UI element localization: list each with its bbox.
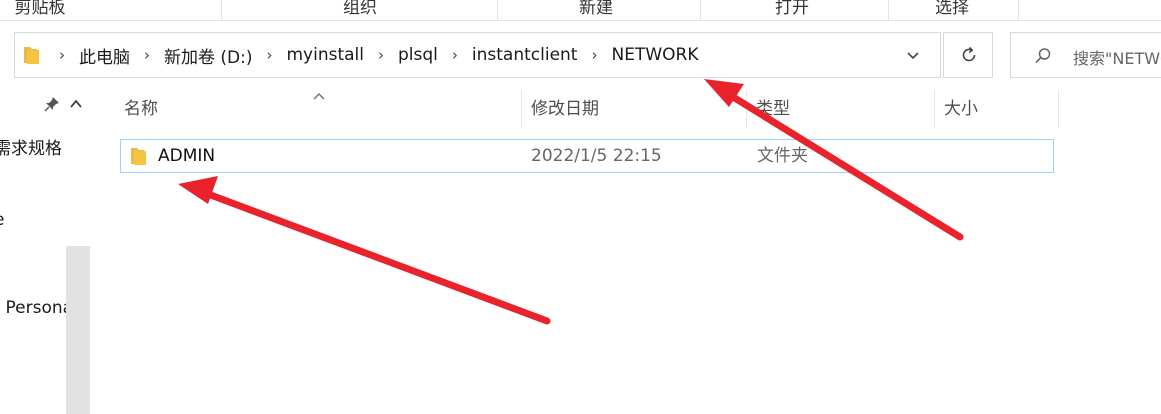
column-separator[interactable] — [746, 90, 747, 128]
column-header-date[interactable]: 修改日期 — [531, 90, 599, 128]
breadcrumb-drive-d[interactable]: 新加卷 (D:) — [158, 43, 259, 68]
ribbon-divider — [0, 20, 1161, 21]
ribbon-separator — [888, 0, 889, 20]
ribbon-separator — [497, 0, 498, 20]
breadcrumb-instantclient[interactable]: instantclient — [466, 45, 584, 65]
folder-icon — [130, 146, 148, 170]
chevron-right-icon[interactable]: › — [444, 46, 466, 64]
column-header-type[interactable]: 类型 — [756, 90, 790, 128]
column-separator[interactable] — [934, 90, 935, 128]
search-box[interactable]: 搜索"NETWORK" — [1010, 32, 1161, 78]
breadcrumb: › 此电脑 › 新加卷 (D:) › myinstall › plsql › i… — [51, 33, 704, 77]
column-header-name[interactable]: 名称 — [124, 90, 158, 128]
file-type: 文件夹 — [757, 146, 808, 166]
breadcrumb-network[interactable]: NETWORK — [605, 45, 704, 65]
annotation-arrow-admin — [178, 176, 551, 325]
chevron-right-icon[interactable]: › — [259, 46, 281, 64]
chevron-right-icon[interactable]: › — [51, 46, 73, 64]
chevron-up-icon[interactable] — [68, 96, 84, 116]
nav-scrollbar-thumb[interactable] — [66, 246, 90, 414]
refresh-button[interactable] — [943, 32, 993, 78]
folder-icon — [23, 45, 41, 69]
ribbon-group-labels: 剪贴板 组织 新建 打开 选择 — [0, 0, 1161, 20]
ribbon-separator — [700, 0, 701, 20]
chevron-right-icon[interactable]: › — [583, 46, 605, 64]
ribbon-separator — [221, 0, 222, 20]
column-separator[interactable] — [1058, 90, 1059, 128]
file-name[interactable]: ADMIN — [158, 140, 215, 172]
chevron-right-icon[interactable]: › — [370, 46, 392, 64]
ribbon-group-select[interactable]: 选择 — [896, 0, 1008, 20]
breadcrumb-plsql[interactable]: plsql — [392, 45, 444, 65]
chevron-right-icon[interactable]: › — [136, 46, 158, 64]
nav-item-requirements[interactable]: 需求规格 — [0, 134, 62, 159]
ribbon-group-organize[interactable]: 组织 — [300, 0, 420, 20]
chevron-down-icon[interactable] — [905, 47, 921, 67]
column-separator[interactable] — [521, 90, 522, 128]
navigation-pane: 需求规格 e - Personal — [0, 90, 92, 414]
ribbon-group-new[interactable]: 新建 — [540, 0, 652, 20]
search-icon — [1035, 48, 1051, 64]
column-header-size[interactable]: 大小 — [944, 90, 978, 128]
ribbon-group-open[interactable]: 打开 — [736, 0, 848, 20]
refresh-icon — [962, 46, 976, 62]
pin-icon[interactable] — [44, 96, 60, 116]
breadcrumb-this-pc[interactable]: 此电脑 — [73, 43, 136, 68]
ribbon-group-clipboard[interactable]: 剪贴板 — [0, 0, 80, 20]
search-input[interactable]: 搜索"NETWORK" — [1073, 45, 1161, 69]
file-date: 2022/1/5 22:15 — [531, 146, 662, 166]
breadcrumb-myinstall[interactable]: myinstall — [281, 45, 371, 65]
table-row[interactable]: ADMIN 2022/1/5 22:15 文件夹 — [120, 139, 1054, 173]
ribbon-separator — [1018, 0, 1019, 20]
sort-ascending-icon — [312, 86, 326, 105]
address-bar[interactable]: › 此电脑 › 新加卷 (D:) › myinstall › plsql › i… — [14, 32, 941, 78]
nav-item-e[interactable]: e — [0, 210, 4, 230]
